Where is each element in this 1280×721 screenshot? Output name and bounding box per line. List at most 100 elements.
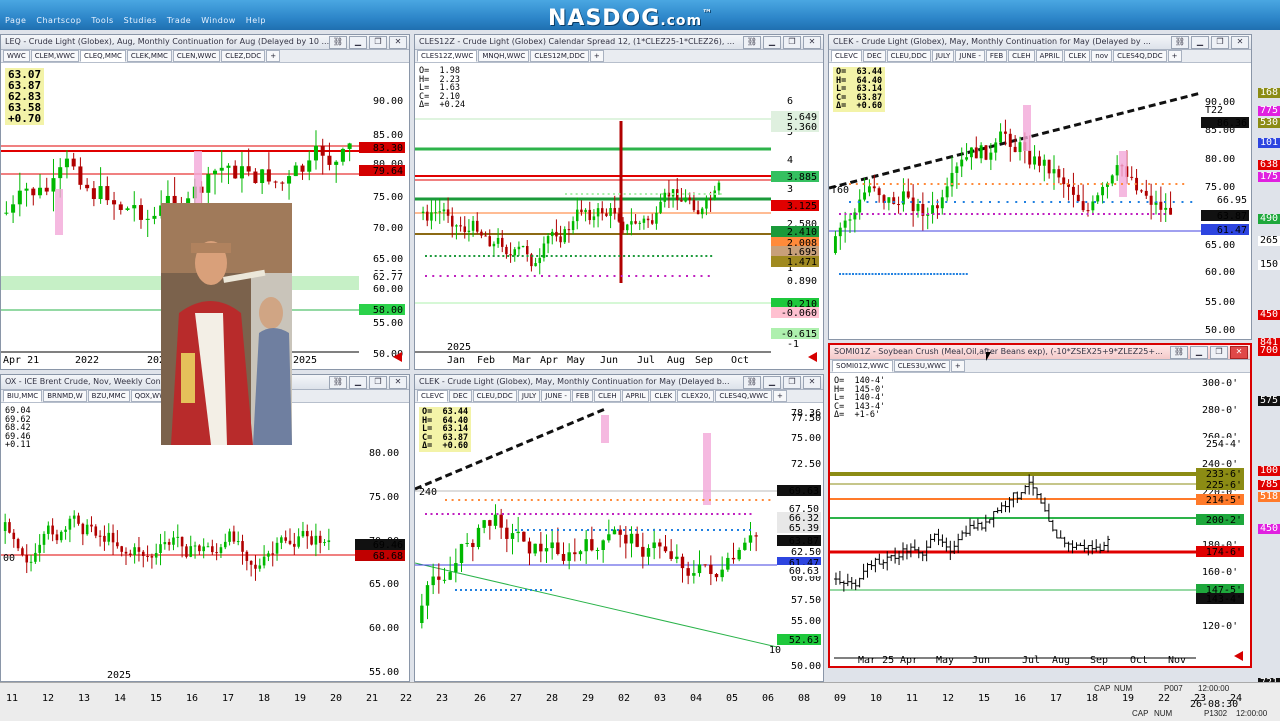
candle-body (955, 166, 959, 173)
symbol-tab[interactable]: APRIL (621, 390, 650, 402)
window-title-bar[interactable]: CLEK - Crude Light (Globex), May, Monthl… (829, 35, 1251, 50)
window-title-bar[interactable]: LEQ - Crude Light (Globex), Aug, Monthly… (1, 35, 409, 50)
symbol-tab[interactable]: CLES4Q,WWC (715, 390, 772, 402)
symbol-tab[interactable]: JULY (931, 50, 955, 62)
symbol-tab[interactable]: WWC (3, 50, 30, 62)
restore-button[interactable]: ❐ (1211, 36, 1229, 49)
indicator-dot (645, 193, 647, 195)
symbol-tab[interactable]: + (266, 50, 281, 62)
indicator-dot (858, 273, 861, 275)
minimize-button[interactable]: ▁ (1191, 36, 1209, 49)
symbol-tab[interactable]: CLEN,WWC (172, 50, 221, 62)
symbol-tab[interactable]: MNQH,WWC (478, 50, 530, 62)
symbol-tab[interactable]: CLEH (1008, 50, 1035, 62)
symbol-tab[interactable]: nov (1091, 50, 1113, 62)
close-button[interactable]: ✕ (389, 36, 407, 49)
link-icon[interactable]: ⛓ (329, 36, 347, 49)
symbol-tab[interactable]: CLEZ,DDC (221, 50, 266, 62)
window-title-bar[interactable]: CLES12Z - Crude Light (Globex) Calendar … (415, 35, 823, 50)
link-icon[interactable]: ⛓ (1171, 36, 1189, 49)
restore-button[interactable]: ❐ (783, 36, 801, 49)
restore-button[interactable]: ❐ (783, 376, 801, 389)
candle-body (185, 546, 188, 557)
banner-menu-item[interactable]: Window (201, 16, 236, 25)
symbol-tab[interactable]: DEC (448, 390, 472, 402)
candle-body (47, 525, 50, 534)
symbol-tab[interactable]: FEB (571, 390, 594, 402)
symbol-tab[interactable]: FEB (985, 50, 1008, 62)
banner-menu-item[interactable]: Tools (91, 16, 113, 25)
chart-window-spread[interactable]: CLES12Z - Crude Light (Globex) Calendar … (414, 34, 824, 370)
symbol-tab[interactable]: CLEK (650, 390, 677, 402)
indicator-dot (590, 499, 593, 501)
price-chart[interactable]: 6543210-15.6495.3603.8853.1252.5802.4102… (415, 63, 823, 369)
close-button[interactable]: ✕ (1231, 36, 1249, 49)
chart-window-crude-may-bottom[interactable]: CLEK - Crude Light (Globex), May, Monthl… (414, 374, 824, 682)
price-chart[interactable]: 300-0'280-0'260-0'240-0'220-0'200-0'180-… (830, 373, 1250, 666)
banner-menu-item[interactable]: Trade (167, 16, 191, 25)
window-title-bar[interactable]: CLEK - Crude Light (Globex), May, Monthl… (415, 375, 823, 390)
candle-body (848, 219, 852, 221)
price-chart[interactable]: 90.0085.0080.0075.0070.0065.0060.0055.00… (829, 63, 1251, 339)
close-button[interactable]: ✕ (389, 376, 407, 389)
minimize-button[interactable]: ▁ (1190, 346, 1208, 359)
symbol-tab[interactable]: DEC (862, 50, 886, 62)
indicator-dot (603, 499, 606, 501)
indicator-dot (623, 255, 626, 257)
symbol-tab[interactable]: JUNE - (541, 390, 571, 402)
symbol-tab[interactable]: CLEH (594, 390, 621, 402)
banner-menu-item[interactable]: Chartscop (36, 16, 81, 25)
symbol-tab[interactable]: + (1167, 50, 1182, 62)
chart-window-soybean-crush[interactable]: SOMI01Z - Soybean Crush (Meal,Oil,after … (828, 343, 1252, 668)
link-icon[interactable]: ⛓ (1170, 346, 1188, 359)
price-chart[interactable]: 78.3677.5075.0072.5070.0067.5065.0062.50… (415, 403, 823, 681)
restore-button[interactable]: ❐ (369, 376, 387, 389)
symbol-tab[interactable]: CLES4Q,DDC (1113, 50, 1167, 62)
banner-menu-item[interactable]: Studies (124, 16, 157, 25)
candle-body (567, 229, 571, 231)
symbol-tab[interactable]: CLEK,MMC (126, 50, 172, 62)
window-title-bar[interactable]: SOMI01Z - Soybean Crush (Meal,Oil,after … (830, 345, 1250, 360)
link-icon[interactable]: ⛓ (329, 376, 347, 389)
symbol-tab[interactable]: CLEU,DDC (886, 50, 931, 62)
candle-body (293, 543, 296, 547)
close-button[interactable]: ✕ (803, 376, 821, 389)
scroll-right-arrow-icon[interactable] (808, 352, 817, 362)
symbol-tab[interactable]: CLEU,DDC (472, 390, 517, 402)
symbol-tab[interactable]: CLEX20, (677, 390, 715, 402)
symbol-tab[interactable]: CLES12Z,WWC (417, 50, 478, 62)
restore-button[interactable]: ❐ (369, 36, 387, 49)
axis-label: Aug (1052, 655, 1070, 666)
close-button[interactable]: ✕ (1230, 346, 1248, 359)
symbol-tab[interactable]: CLEM,WWC (30, 50, 79, 62)
symbol-tab[interactable]: + (773, 390, 787, 402)
symbol-tab[interactable]: JULY (517, 390, 541, 402)
symbol-tab[interactable]: APRIL (1035, 50, 1064, 62)
symbol-tab[interactable]: CLEQ,MMC (79, 50, 126, 62)
link-icon[interactable]: ⛓ (743, 376, 761, 389)
symbol-tab[interactable]: CLES3U,WWC (893, 360, 950, 372)
symbol-tab[interactable]: CLES12M,DDC (530, 50, 589, 62)
banner-menu-item[interactable]: Help (246, 16, 266, 25)
symbol-tab[interactable]: + (589, 50, 604, 62)
minimize-button[interactable]: ▁ (349, 376, 367, 389)
symbol-tab[interactable]: CLEK (1064, 50, 1091, 62)
symbol-tab[interactable]: BIU,MMC (3, 390, 43, 402)
symbol-tab[interactable]: BZU,MMC (87, 390, 130, 402)
restore-button[interactable]: ❐ (1210, 346, 1228, 359)
banner-menu-item[interactable]: Page (5, 16, 26, 25)
close-button[interactable]: ✕ (803, 36, 821, 49)
scroll-right-arrow-icon[interactable] (1234, 651, 1243, 661)
minimize-button[interactable]: ▁ (763, 376, 781, 389)
symbol-tab[interactable]: BRNMD,W (43, 390, 87, 402)
symbol-tab[interactable]: CLEVC (831, 50, 862, 62)
link-icon[interactable]: ⛓ (743, 36, 761, 49)
symbol-tab[interactable]: SOMI01Z,WWC (832, 360, 893, 372)
symbol-tab[interactable]: CLEVC (417, 390, 448, 402)
minimize-button[interactable]: ▁ (763, 36, 781, 49)
symbol-tab[interactable]: JUNE - (955, 50, 985, 62)
minimize-button[interactable]: ▁ (349, 36, 367, 49)
scroll-right-arrow-icon[interactable] (393, 352, 402, 362)
chart-window-crude-may-top[interactable]: CLEK - Crude Light (Globex), May, Monthl… (828, 34, 1252, 340)
symbol-tab[interactable]: + (950, 360, 965, 372)
